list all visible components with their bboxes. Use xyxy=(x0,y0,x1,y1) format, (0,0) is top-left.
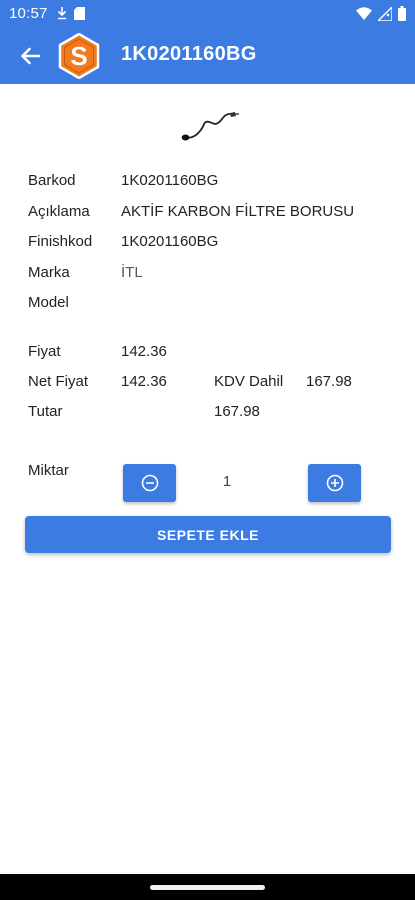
miktar-label: Miktar xyxy=(28,462,69,479)
signal-icon xyxy=(378,6,392,21)
barkod-label: Barkod xyxy=(28,172,76,189)
minus-circle-icon xyxy=(141,474,158,492)
app-logo-letter: S xyxy=(70,41,87,71)
tutar-label: Tutar xyxy=(28,403,63,420)
fiyat-value: 142.36 xyxy=(121,343,167,360)
plus-circle-icon xyxy=(326,474,343,492)
product-image xyxy=(181,112,239,141)
model-label: Model xyxy=(28,294,69,311)
home-gesture-handle[interactable] xyxy=(150,885,265,890)
download-icon xyxy=(57,7,67,20)
back-button[interactable] xyxy=(14,40,46,72)
add-to-cart-button[interactable]: SEPETE EKLE xyxy=(25,516,391,553)
sim-card-icon xyxy=(74,7,85,20)
barkod-value: 1K0201160BG xyxy=(121,172,219,189)
arrow-left-icon xyxy=(21,47,40,65)
aciklama-label: Açıklama xyxy=(28,203,90,220)
kdv-dahil-label: KDV Dahil xyxy=(214,373,284,390)
net-fiyat-value: 142.36 xyxy=(121,373,167,390)
status-right-icons xyxy=(356,6,406,21)
status-time: 10:57 xyxy=(9,5,48,22)
wifi-icon xyxy=(356,7,372,20)
finishkod-value: 1K0201160BG xyxy=(121,233,219,250)
status-left-icons xyxy=(57,7,85,20)
app-bar: S 1K0201160BG xyxy=(0,28,415,84)
page-title: 1K0201160BG xyxy=(121,43,257,65)
battery-icon xyxy=(398,6,406,21)
tutar-value: 167.98 xyxy=(214,403,260,420)
navigation-bar xyxy=(0,874,415,900)
quantity-value: 1 xyxy=(222,473,232,490)
app-logo: S xyxy=(58,33,100,79)
increment-button[interactable] xyxy=(308,464,361,502)
marka-value: İTL xyxy=(121,264,143,281)
net-fiyat-label: Net Fiyat xyxy=(28,373,89,390)
fiyat-label: Fiyat xyxy=(28,343,61,360)
aciklama-value: AKTİF KARBON FİLTRE BORUSU xyxy=(121,203,355,220)
kdv-dahil-value: 167.98 xyxy=(306,373,352,390)
status-bar: 10:57 xyxy=(0,0,415,28)
add-to-cart-label: SEPETE EKLE xyxy=(157,526,259,543)
finishkod-label: Finishkod xyxy=(28,233,93,250)
decrement-button[interactable] xyxy=(123,464,176,502)
marka-label: Marka xyxy=(28,264,70,281)
